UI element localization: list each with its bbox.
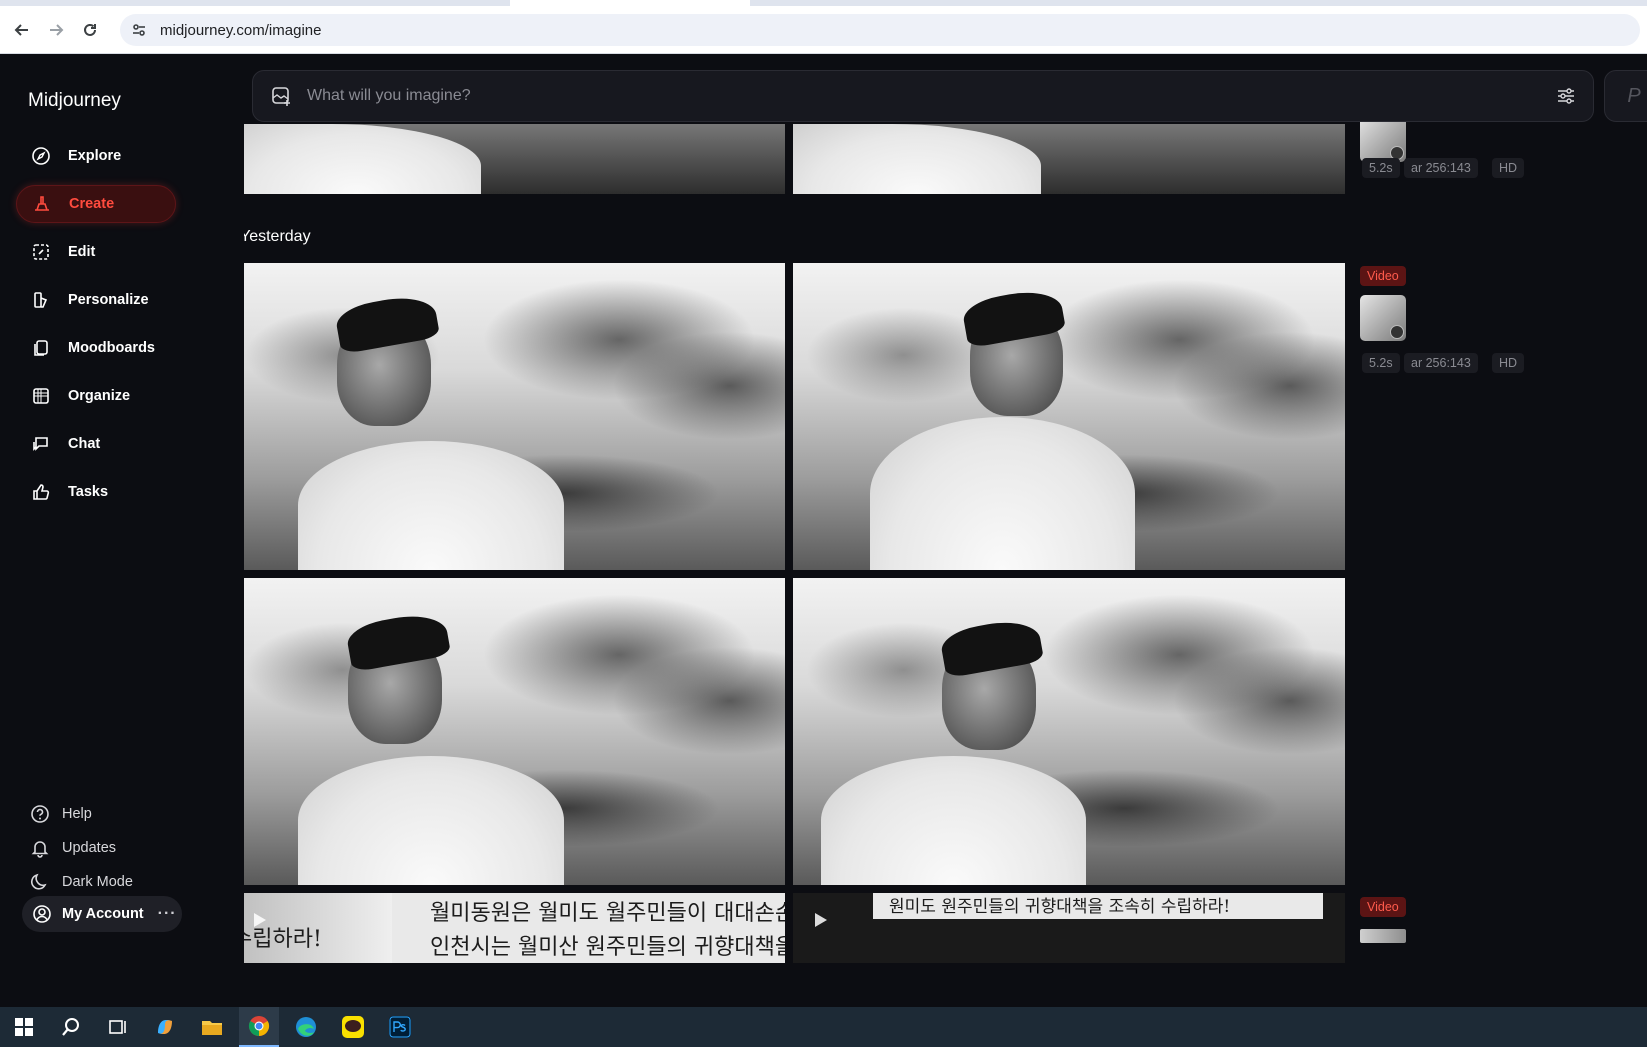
moodboard-icon [28,335,54,361]
settings-sliders-icon[interactable] [1553,83,1579,109]
my-account-button[interactable]: My Account ··· [22,896,182,932]
add-image-icon[interactable] [267,82,295,110]
sidebar-item-label: Help [62,806,92,822]
section-heading: Yesterday [244,228,311,245]
sidebar-item-edit[interactable]: Edit [16,233,176,271]
generated-image[interactable] [244,578,785,885]
browser-toolbar: midjourney.com/imagine [0,0,1647,54]
sidebar-item-label: Create [69,196,115,212]
quality-badge: HD [1492,353,1525,373]
sidebar-item-label: Dark Mode [62,874,133,890]
camera-icon [1390,325,1404,339]
generated-image[interactable] [244,263,785,570]
moon-icon [28,870,52,894]
sidebar-item-label: Personalize [68,292,149,308]
sidebar-item-chat[interactable]: Chat [16,425,176,463]
duration-badge: 5.2s [1362,353,1400,373]
active-tab[interactable] [510,0,750,6]
chat-icon [28,431,54,457]
sidebar-item-organize[interactable]: Organize [16,377,176,415]
main-feed: 5.2s ar 256:143 HD P Yesterday [244,54,1647,1007]
sidebar-item-label: Organize [68,388,131,404]
edge-icon[interactable] [286,1007,326,1047]
sidebar-item-help[interactable]: Help [28,800,92,828]
sidebar-item-dark-mode[interactable]: Dark Mode [28,868,133,896]
address-bar[interactable]: midjourney.com/imagine [120,14,1640,46]
sidebar-item-updates[interactable]: Updates [28,834,116,862]
generated-image[interactable] [793,263,1345,570]
sidebar-item-label: Moodboards [68,340,155,356]
generated-image[interactable]: 수립하라! 월미동원은 월미도 월주민들이 대대손손 인천시는 월미산 원주민들… [244,893,785,963]
prompt-bar [252,70,1594,122]
sidebar-item-label: Updates [62,840,117,856]
sidebar-item-create[interactable]: Create [16,185,176,223]
sidebar: Midjourney Explore Create Edit Personali… [0,54,244,1007]
thumbs-up-icon [28,479,54,505]
generated-image[interactable] [793,124,1345,194]
grid-icon [28,383,54,409]
sidebar-item-label: Explore [68,148,122,164]
sidebar-item-explore[interactable]: Explore [16,137,176,175]
bell-icon [28,836,52,860]
generated-image[interactable] [244,124,785,194]
file-explorer-icon[interactable] [192,1007,232,1047]
photoshop-icon[interactable] [380,1007,420,1047]
play-icon[interactable] [248,909,270,931]
tab-strip [0,0,1647,6]
palette-icon [28,287,54,313]
aspect-ratio-badge: ar 256:143 [1404,353,1478,373]
sidebar-item-label: Chat [68,436,101,452]
video-badge: Video [1360,897,1406,917]
taskbar [0,1007,1647,1047]
chrome-icon[interactable] [239,1007,279,1047]
search-icon[interactable] [51,1007,91,1047]
play-icon[interactable] [809,909,831,931]
brand-logo[interactable]: Midjourney [28,90,121,112]
kakaotalk-icon[interactable] [333,1007,373,1047]
copilot-icon[interactable] [145,1007,185,1047]
edit-frame-icon [28,239,54,265]
sidebar-item-moodboards[interactable]: Moodboards [16,329,176,367]
banner-text: 월미동원은 월미도 월주민들이 대대손손 [430,901,785,926]
windows-start-icon[interactable] [4,1007,44,1047]
sidebar-item-label: Tasks [68,484,109,500]
brush-icon [29,191,55,217]
back-icon[interactable] [10,18,34,42]
quality-badge: HD [1492,158,1525,178]
help-icon [28,802,52,826]
duration-badge: 5.2s [1362,158,1400,178]
account-label: My Account [62,906,144,922]
generated-image[interactable]: 원미도 원주민들의 귀향대책을 조속히 수립하라! [793,893,1345,963]
banner-text: 인천시는 월미산 원주민들의 귀향대책을 [430,935,785,960]
url-text[interactable]: midjourney.com/imagine [160,22,321,39]
reload-icon[interactable] [78,18,102,42]
source-thumbnail[interactable] [1360,116,1406,162]
aspect-ratio-badge: ar 256:143 [1404,158,1478,178]
sidebar-item-label: Edit [68,244,96,260]
site-settings-icon[interactable] [124,15,154,45]
user-icon [30,902,54,926]
banner-text: 원미도 원주민들의 귀향대책을 조속히 수립하라! [889,897,1231,917]
prompt-input[interactable] [307,87,1477,105]
compass-icon [28,143,54,169]
generated-image[interactable] [793,578,1345,885]
sidebar-item-personalize[interactable]: Personalize [16,281,176,319]
profile-pill[interactable]: P [1604,70,1647,122]
source-thumbnail[interactable] [1360,929,1406,943]
video-badge: Video [1360,266,1406,286]
forward-icon[interactable] [44,18,68,42]
sidebar-item-tasks[interactable]: Tasks [16,473,176,511]
more-options-icon[interactable]: ··· [158,905,177,923]
source-thumbnail[interactable] [1360,295,1406,341]
task-view-icon[interactable] [98,1007,138,1047]
